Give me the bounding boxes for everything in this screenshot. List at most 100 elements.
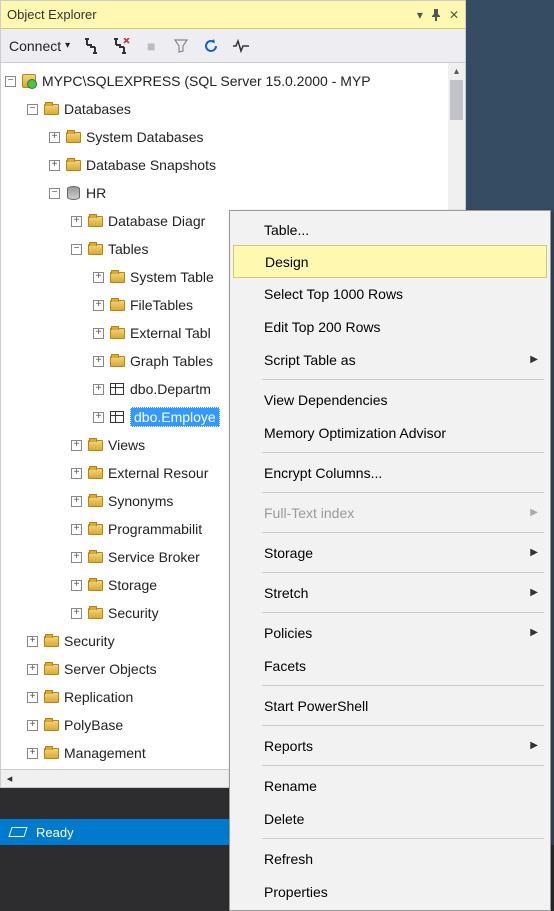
menu-fulltext-index: Full-Text index▶ [232,496,548,529]
expand-icon[interactable]: + [71,524,82,535]
collapse-icon[interactable]: − [27,104,38,115]
expand-icon[interactable]: + [93,328,104,339]
menu-script-as[interactable]: Script Table as▶ [232,343,548,376]
menu-edit-top[interactable]: Edit Top 200 Rows [232,310,548,343]
folder-icon [66,132,81,143]
expand-icon[interactable]: + [93,412,104,423]
menu-separator [262,572,544,573]
menu-table[interactable]: Table... [232,213,548,246]
folder-icon [44,692,59,703]
pin-icon[interactable] [431,9,441,21]
stop-icon[interactable]: ■ [142,37,160,55]
menu-stretch[interactable]: Stretch▶ [232,576,548,609]
menu-facets[interactable]: Facets [232,649,548,682]
menu-separator [262,532,544,533]
expand-icon[interactable]: + [93,272,104,283]
tree-node-system-databases[interactable]: +System Databases [1,123,465,151]
folder-icon [88,608,103,619]
folder-icon [110,356,125,367]
menu-rename[interactable]: Rename [232,769,548,802]
expand-icon[interactable]: + [71,216,82,227]
expand-icon[interactable]: + [27,748,38,759]
folder-icon [88,580,103,591]
menu-storage[interactable]: Storage▶ [232,536,548,569]
menu-separator [262,379,544,380]
menu-view-dependencies[interactable]: View Dependencies [232,383,548,416]
menu-separator [262,492,544,493]
tree-node-server[interactable]: −MYPC\SQLEXPRESS (SQL Server 15.0.2000 -… [1,67,465,95]
menu-separator [262,685,544,686]
collapse-icon[interactable]: − [71,244,82,255]
folder-icon [44,748,59,759]
submenu-arrow-icon: ▶ [530,507,538,518]
expand-icon[interactable]: + [27,636,38,647]
folder-icon [110,328,125,339]
scroll-left-icon[interactable]: ◂ [1,772,18,785]
expand-icon[interactable]: + [27,692,38,703]
toolbar: Connect▾ ■ [1,29,465,63]
expand-icon[interactable]: + [93,384,104,395]
submenu-arrow-icon: ▶ [530,740,538,751]
menu-memory-optimization[interactable]: Memory Optimization Advisor [232,416,548,449]
expand-icon[interactable]: + [49,160,60,171]
expand-icon[interactable]: + [49,132,60,143]
filter-icon[interactable] [172,37,190,55]
collapse-icon[interactable]: − [5,76,16,87]
menu-select-top[interactable]: Select Top 1000 Rows [232,277,548,310]
tree-node-databases[interactable]: −Databases [1,95,465,123]
status-text: Ready [36,825,74,840]
disconnect-icon[interactable] [112,37,130,55]
activity-icon[interactable] [232,37,250,55]
menu-encrypt-columns[interactable]: Encrypt Columns... [232,456,548,489]
folder-icon [44,104,59,115]
folder-icon [66,160,81,171]
folder-icon [44,720,59,731]
menu-separator [262,452,544,453]
table-icon [110,411,124,423]
scroll-up-icon[interactable]: ▴ [448,63,465,80]
menu-policies[interactable]: Policies▶ [232,616,548,649]
status-icon [8,827,27,837]
expand-icon[interactable]: + [27,720,38,731]
expand-icon[interactable]: + [71,552,82,563]
database-icon [67,186,80,200]
connect-icon[interactable] [82,37,100,55]
menu-reports[interactable]: Reports▶ [232,729,548,762]
close-icon[interactable]: ✕ [449,8,459,22]
expand-icon[interactable]: + [71,440,82,451]
expand-icon[interactable]: + [93,356,104,367]
folder-icon [88,216,103,227]
tree-node-database-snapshots[interactable]: +Database Snapshots [1,151,465,179]
expand-icon[interactable]: + [93,300,104,311]
submenu-arrow-icon: ▶ [530,547,538,558]
expand-icon[interactable]: + [27,664,38,675]
refresh-icon[interactable] [202,37,220,55]
submenu-arrow-icon: ▶ [530,627,538,638]
collapse-icon[interactable]: − [49,188,60,199]
menu-refresh[interactable]: Refresh [232,842,548,875]
folder-icon [88,496,103,507]
expand-icon[interactable]: + [71,496,82,507]
expand-icon[interactable]: + [71,580,82,591]
submenu-arrow-icon: ▶ [530,587,538,598]
folder-icon [88,244,103,255]
menu-separator [262,612,544,613]
menu-separator [262,838,544,839]
scrollbar-thumb[interactable] [450,80,463,120]
connect-button[interactable]: Connect▾ [9,38,70,54]
menu-properties[interactable]: Properties [232,875,548,908]
tree-node-hr[interactable]: −HR [1,179,465,207]
folder-icon [88,524,103,535]
context-menu: Table... Design Select Top 1000 Rows Edi… [229,210,551,911]
menu-design[interactable]: Design [233,245,547,278]
expand-icon[interactable]: + [71,468,82,479]
menu-separator [262,765,544,766]
dropdown-icon[interactable]: ▾ [417,8,423,22]
folder-icon [88,468,103,479]
folder-icon [110,272,125,283]
menu-powershell[interactable]: Start PowerShell [232,689,548,722]
server-icon [22,74,36,88]
expand-icon[interactable]: + [71,608,82,619]
menu-delete[interactable]: Delete [232,802,548,835]
folder-icon [88,440,103,451]
